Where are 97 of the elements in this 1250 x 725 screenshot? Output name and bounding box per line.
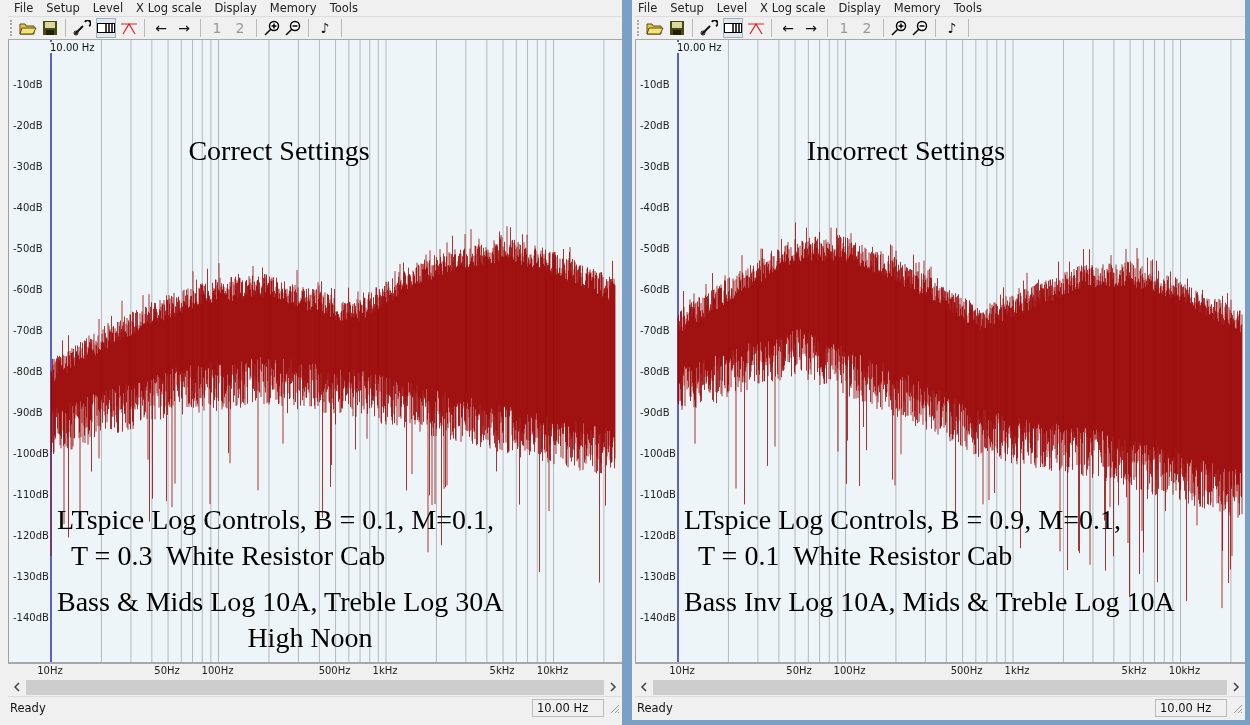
menu-item[interactable]: Setup [670, 1, 704, 15]
y-axis-label: -110dB [13, 488, 49, 502]
x-axis-label: 10kHz [536, 665, 569, 676]
scrollbar-thumb[interactable] [26, 679, 604, 695]
menu-item[interactable]: Tools [953, 1, 982, 15]
x-axis-label: 1kHz [1004, 665, 1030, 676]
y-axis-label: -110dB [640, 488, 676, 502]
menu-item[interactable]: Level [92, 1, 124, 15]
save-icon[interactable] [669, 20, 685, 36]
x-axis-label: 100Hz [201, 665, 234, 676]
zoom-in-icon[interactable] [891, 20, 907, 36]
status-frequency-field: 10.00 Hz [1155, 699, 1227, 717]
y-axis-label: -10dB [13, 78, 43, 92]
y-axis-label: -130dB [13, 570, 49, 584]
y-axis-label: -70dB [640, 324, 670, 338]
resize-grip-icon[interactable] [608, 702, 620, 714]
y-axis-label: -80dB [13, 365, 43, 379]
zoom-out-icon[interactable] [912, 20, 928, 36]
menu-item[interactable]: Memory [893, 1, 941, 15]
y-axis-label: -60dB [640, 283, 670, 297]
open-folder-icon[interactable] [646, 20, 664, 36]
scroll-right-icon[interactable] [1231, 682, 1241, 692]
menu-item[interactable]: X Log scale [760, 1, 826, 15]
arrow-button[interactable]: → [175, 20, 193, 36]
arrow-button[interactable]: → [802, 20, 820, 36]
bars-view-button[interactable] [723, 18, 743, 38]
annotation-text: Bass & Mids Log 10A, Treble Log 30A [57, 585, 505, 619]
y-axis-label: -90dB [13, 406, 43, 420]
status-frequency-field: 10.00 Hz [532, 699, 604, 717]
y-axis-label: -80dB [640, 365, 670, 379]
menu-item[interactable]: File [14, 1, 34, 15]
x-axis-label: 1kHz [372, 665, 398, 676]
y-axis-label: -70dB [13, 324, 43, 338]
y-axis-label: -10dB [640, 78, 670, 92]
scroll-left-icon[interactable] [639, 682, 649, 692]
y-axis-label: -100dB [640, 447, 676, 461]
x-axis-label: 5kHz [489, 665, 515, 676]
wrench-icon[interactable] [73, 20, 91, 36]
x-axis-label: 10Hz [669, 665, 695, 676]
y-axis-label: -90dB [640, 406, 670, 420]
x-axis-label: 500Hz [950, 665, 983, 676]
y-axis-label: -50dB [13, 242, 43, 256]
scroll-left-icon[interactable] [12, 682, 22, 692]
x-axis-label: 100Hz [833, 665, 866, 676]
peak-icon[interactable] [121, 21, 137, 35]
menu-item[interactable]: X Log scale [136, 1, 202, 15]
annotation-text: Bass Inv Log 10A, Mids & Treble Log 10A [684, 585, 1176, 619]
annotation-title: Correct Settings [187, 135, 371, 167]
y-axis-label: -40dB [640, 201, 670, 215]
y-axis-label: -40dB [13, 201, 43, 215]
x-axis-label: 50Hz [786, 665, 812, 676]
y-axis-label: -130dB [640, 570, 676, 584]
annotation-text: T = 0.3 White Resistor Cab [70, 539, 387, 573]
y-axis-label: -20dB [13, 119, 43, 133]
arrow-button[interactable]: ← [152, 20, 170, 36]
x-axis-label: 10Hz [37, 665, 63, 676]
menu-item[interactable]: Memory [269, 1, 317, 15]
wrench-icon[interactable] [700, 20, 718, 36]
menu-item[interactable]: Display [838, 1, 881, 15]
open-folder-icon[interactable] [19, 20, 37, 36]
resize-grip-icon[interactable] [1231, 702, 1243, 714]
x-axis-label: 10kHz [1168, 665, 1201, 676]
arrow-button[interactable]: ← [779, 20, 797, 36]
x-axis-label: 50Hz [154, 665, 180, 676]
x-axis-label: 500Hz [318, 665, 351, 676]
scrollbar-thumb[interactable] [653, 679, 1227, 695]
y-axis-label: -30dB [13, 160, 43, 174]
y-axis-label: -140dB [13, 611, 49, 625]
zoom-in-icon[interactable] [264, 20, 280, 36]
y-axis-label: -120dB [640, 529, 676, 543]
note-button[interactable]: ♪ [943, 20, 961, 36]
annotation-title: Incorrect Settings [805, 135, 1007, 167]
y-axis-label: -20dB [640, 119, 670, 133]
peak-icon[interactable] [748, 21, 764, 35]
y-axis-label: -120dB [13, 529, 49, 543]
bars-view-button[interactable] [96, 18, 116, 38]
cursor-frequency-label: 10.00 Hz [50, 42, 95, 53]
menu-item[interactable]: Level [716, 1, 748, 15]
y-axis-label: -30dB [640, 160, 670, 174]
note-button[interactable]: ♪ [316, 20, 334, 36]
status-text: Ready [637, 701, 674, 715]
annotation-text: High Noon [246, 621, 374, 655]
cursor-frequency-label: 10.00 Hz [677, 42, 722, 53]
y-axis-label: -60dB [13, 283, 43, 297]
menu-item[interactable]: Display [214, 1, 257, 15]
save-icon[interactable] [42, 20, 58, 36]
y-axis-label: -140dB [640, 611, 676, 625]
annotation-text: T = 0.1 White Resistor Cab [697, 539, 1014, 573]
scroll-right-icon[interactable] [608, 682, 618, 692]
status-text: Ready [10, 701, 47, 715]
menu-item[interactable]: Tools [329, 1, 358, 15]
x-axis-label: 5kHz [1121, 665, 1147, 676]
y-axis-label: -50dB [640, 242, 670, 256]
zoom-out-icon[interactable] [285, 20, 301, 36]
menu-item[interactable]: File [638, 1, 658, 15]
menu-item[interactable]: Setup [46, 1, 80, 15]
y-axis-label: -100dB [13, 447, 49, 461]
